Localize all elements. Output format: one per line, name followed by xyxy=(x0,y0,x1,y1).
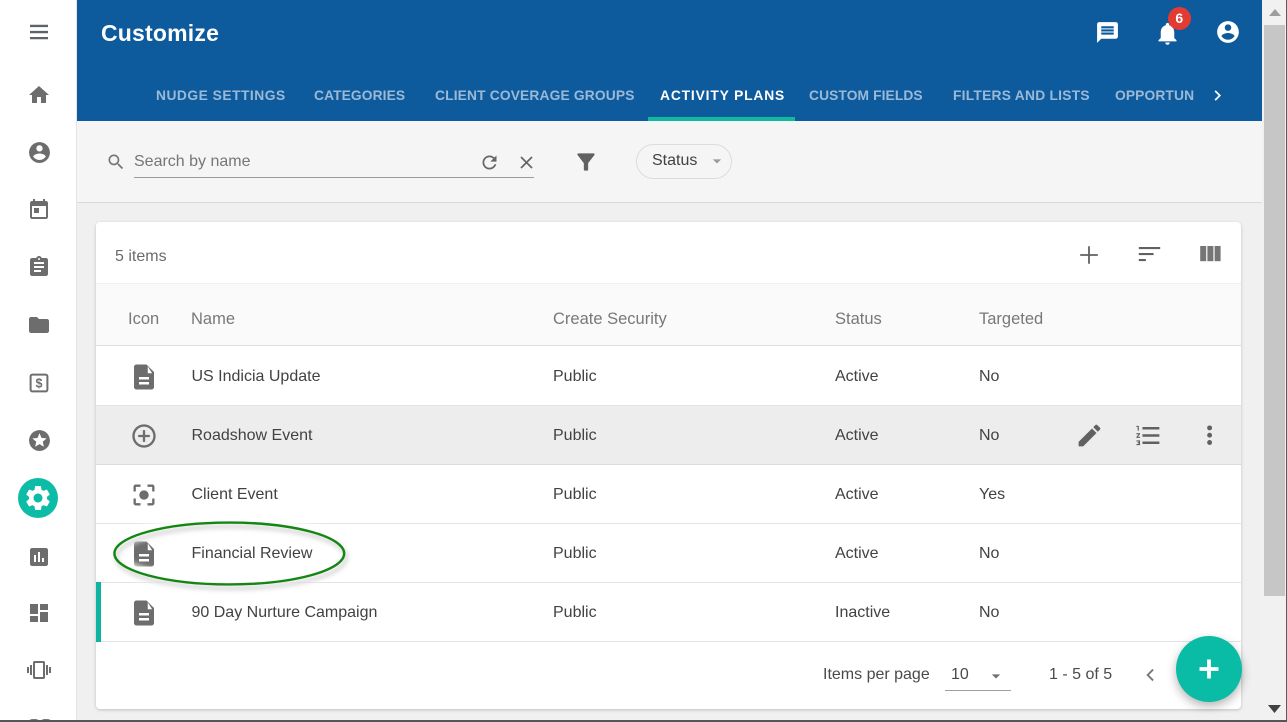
svg-text:$: $ xyxy=(36,376,43,390)
